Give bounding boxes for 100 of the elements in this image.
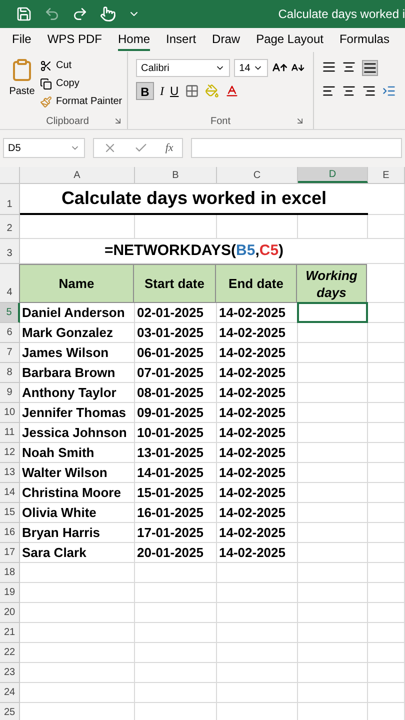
group-label: Clipboard: [46, 114, 89, 128]
row-header[interactable]: 17: [0, 543, 20, 563]
bold-button[interactable]: B: [136, 82, 154, 100]
row-header[interactable]: 25: [0, 703, 20, 720]
ribbon-tab[interactable]: File: [12, 30, 32, 50]
row-header[interactable]: 24: [0, 683, 20, 703]
grid-cell: [298, 443, 368, 463]
table-cell: Bryan Harris: [20, 523, 135, 543]
grid-cell: [368, 643, 405, 663]
align-right-icon[interactable]: [362, 84, 376, 98]
row-header[interactable]: 8: [0, 363, 20, 383]
ribbon-tab[interactable]: Formulas: [339, 30, 390, 50]
ribbon-tab[interactable]: Draw: [212, 30, 240, 50]
font-color-icon[interactable]: [224, 84, 239, 98]
align-center-icon[interactable]: [342, 84, 356, 98]
row-header[interactable]: 23: [0, 663, 20, 683]
table-cell: 14-02-2025: [217, 383, 298, 403]
column-header[interactable]: D: [298, 167, 368, 183]
row-header[interactable]: 11: [0, 423, 20, 443]
ribbon-tab[interactable]: WPS PDF: [47, 30, 102, 50]
row-header[interactable]: 1: [0, 184, 20, 215]
touch-icon[interactable]: [100, 6, 116, 22]
table-cell: 14-02-2025: [217, 543, 298, 563]
format-painter-button[interactable]: Format Painter: [40, 94, 122, 109]
row-header[interactable]: 16: [0, 523, 20, 543]
row-header[interactable]: 10: [0, 403, 20, 423]
row-header[interactable]: 20: [0, 603, 20, 623]
row-header[interactable]: 3: [0, 239, 20, 264]
row-header[interactable]: 22: [0, 643, 20, 663]
indent-icon[interactable]: [382, 84, 396, 98]
row-header[interactable]: 21: [0, 623, 20, 643]
column-heading: End date: [215, 264, 297, 303]
row-header[interactable]: 15: [0, 503, 20, 523]
column-header[interactable]: B: [135, 167, 217, 183]
align-top-icon[interactable]: [322, 60, 336, 74]
name-box[interactable]: D5: [3, 138, 85, 158]
table-cell: 06-01-2025: [135, 343, 217, 363]
table-cell: Anthony Taylor: [20, 383, 135, 403]
dialog-launcher-icon[interactable]: [295, 116, 305, 126]
row-header[interactable]: 9: [0, 383, 20, 403]
grid-cell: [298, 483, 368, 503]
row-header[interactable]: 13: [0, 463, 20, 483]
ribbon-tab[interactable]: Insert: [166, 30, 196, 50]
borders-icon[interactable]: [184, 84, 199, 98]
row-header[interactable]: 4: [0, 264, 20, 303]
table-cell: 14-02-2025: [217, 303, 298, 323]
table-cell: 14-02-2025: [217, 343, 298, 363]
grid-cell: [368, 543, 405, 563]
table-cell: Mark Gonzalez: [20, 323, 135, 343]
grid-cell: [298, 603, 368, 623]
row-header[interactable]: 6: [0, 323, 20, 343]
row-header[interactable]: 7: [0, 343, 20, 363]
grid-cell: [368, 483, 405, 503]
grid-cell: [368, 343, 405, 363]
save-icon[interactable]: [16, 6, 32, 22]
align-middle-icon[interactable]: [342, 60, 356, 74]
redo-icon[interactable]: [72, 6, 88, 22]
grid-cell: [298, 383, 368, 403]
font-name-field[interactable]: Calibri: [136, 59, 230, 77]
row-header[interactable]: 12: [0, 443, 20, 463]
table-cell: Jessica Johnson: [20, 423, 135, 443]
table-cell: 14-02-2025: [217, 323, 298, 343]
grid-cell: [368, 383, 405, 403]
table-cell: 16-01-2025: [135, 503, 217, 523]
table-cell: 20-01-2025: [135, 543, 217, 563]
column-header[interactable]: E: [368, 167, 405, 183]
insert-function-button[interactable]: fx: [165, 140, 174, 156]
table-cell: Jennifer Thomas: [20, 403, 135, 423]
clipboard-icon: [10, 56, 34, 84]
table-cell: 14-02-2025: [217, 463, 298, 483]
row-header[interactable]: 5: [0, 303, 20, 323]
ribbon-tab[interactable]: Page Layout: [256, 30, 324, 50]
table-cell: 14-02-2025: [217, 403, 298, 423]
column-heading: Working days: [296, 264, 367, 303]
italic-button[interactable]: I: [160, 82, 164, 100]
row-header[interactable]: 2: [0, 215, 20, 239]
grid-cell: [298, 463, 368, 483]
row-header[interactable]: 18: [0, 563, 20, 583]
fill-color-icon[interactable]: [204, 84, 219, 98]
table-cell: 14-02-2025: [217, 523, 298, 543]
align-bottom-icon[interactable]: [362, 60, 378, 76]
formula-text: =NETWORKDAYS(B5,C5): [104, 240, 284, 261]
grid-cell: [368, 583, 405, 603]
row-header[interactable]: 19: [0, 583, 20, 603]
grid-cell: [368, 303, 405, 323]
grid-cell: [298, 683, 368, 703]
table-cell: Noah Smith: [20, 443, 135, 463]
align-left-icon[interactable]: [322, 84, 336, 98]
grid-cell: [298, 363, 368, 383]
row-header[interactable]: 14: [0, 483, 20, 503]
formula-input[interactable]: [191, 138, 402, 158]
column-header[interactable]: A: [20, 167, 135, 183]
underline-button[interactable]: U: [170, 82, 179, 100]
cut-button[interactable]: Cut: [40, 58, 122, 73]
copy-button[interactable]: Copy: [40, 76, 122, 91]
dialog-launcher-icon[interactable]: [113, 116, 123, 126]
table-cell: Walter Wilson: [20, 463, 135, 483]
grid-cell: [298, 323, 368, 343]
font-size-field[interactable]: 14: [234, 59, 268, 77]
paste-button[interactable]: Paste: [8, 56, 36, 113]
